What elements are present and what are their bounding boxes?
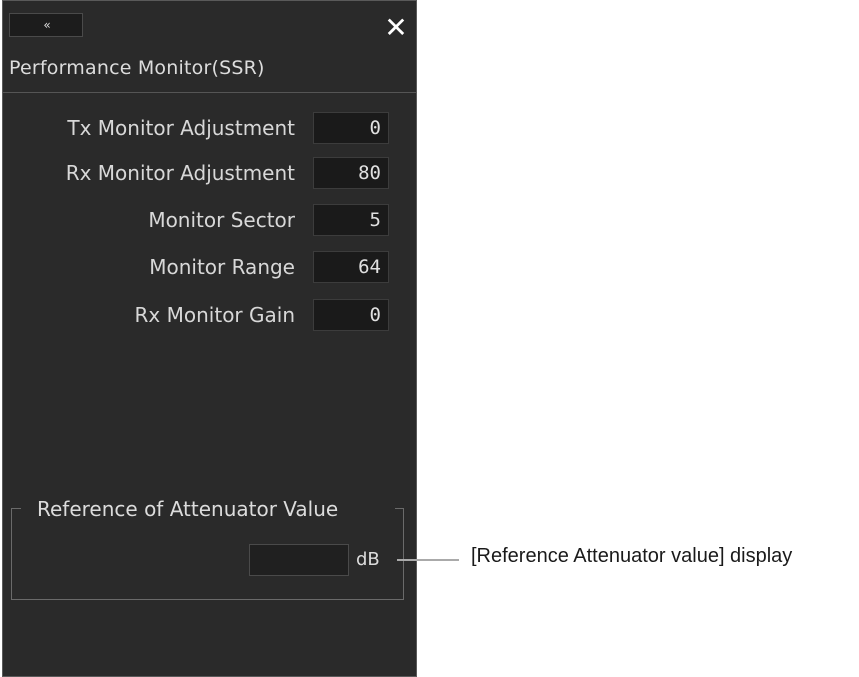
rx-monitor-adjustment-field[interactable]: 80 xyxy=(313,157,389,189)
rx-monitor-gain-field[interactable]: 0 xyxy=(313,299,389,331)
group-border xyxy=(11,508,21,509)
panel-topbar: « ✕ xyxy=(3,1,416,47)
close-icon: ✕ xyxy=(384,11,408,44)
group-border xyxy=(395,508,404,509)
monitor-range-field[interactable]: 64 xyxy=(313,251,389,283)
title-row: Performance Monitor(SSR) xyxy=(3,47,416,93)
performance-monitor-panel: « ✕ Performance Monitor(SSR) Tx Monitor … xyxy=(2,0,417,677)
panel-title: Performance Monitor(SSR) xyxy=(9,57,265,79)
param-row-tx-monitor-adjustment: Tx Monitor Adjustment 0 xyxy=(3,112,416,146)
param-value: 80 xyxy=(358,162,381,184)
monitor-sector-field[interactable]: 5 xyxy=(313,204,389,236)
tx-monitor-adjustment-field[interactable]: 0 xyxy=(313,112,389,144)
reference-attenuator-value-display xyxy=(249,544,349,576)
param-row-rx-monitor-gain: Rx Monitor Gain 0 xyxy=(3,299,416,333)
callout-label: [Reference Attenuator value] display xyxy=(471,545,793,567)
close-button[interactable]: ✕ xyxy=(381,13,411,43)
param-label: Monitor Sector xyxy=(148,208,295,232)
param-row-monitor-sector: Monitor Sector 5 xyxy=(3,204,416,238)
attenuator-group-title: Reference of Attenuator Value xyxy=(37,497,339,521)
param-label: Rx Monitor Adjustment xyxy=(65,161,295,185)
collapse-button[interactable]: « xyxy=(9,13,83,37)
param-value: 5 xyxy=(369,209,381,231)
param-value: 0 xyxy=(369,117,381,139)
param-value: 64 xyxy=(358,256,381,278)
param-label: Monitor Range xyxy=(149,255,295,279)
attenuator-unit: dB xyxy=(356,549,380,570)
callout-leader-line xyxy=(397,559,459,561)
param-label: Rx Monitor Gain xyxy=(134,303,295,327)
param-label: Tx Monitor Adjustment xyxy=(67,116,295,140)
param-value: 0 xyxy=(369,304,381,326)
param-row-monitor-range: Monitor Range 64 xyxy=(3,251,416,285)
double-chevron-left-icon: « xyxy=(43,18,50,32)
param-row-rx-monitor-adjustment: Rx Monitor Adjustment 80 xyxy=(3,157,416,191)
